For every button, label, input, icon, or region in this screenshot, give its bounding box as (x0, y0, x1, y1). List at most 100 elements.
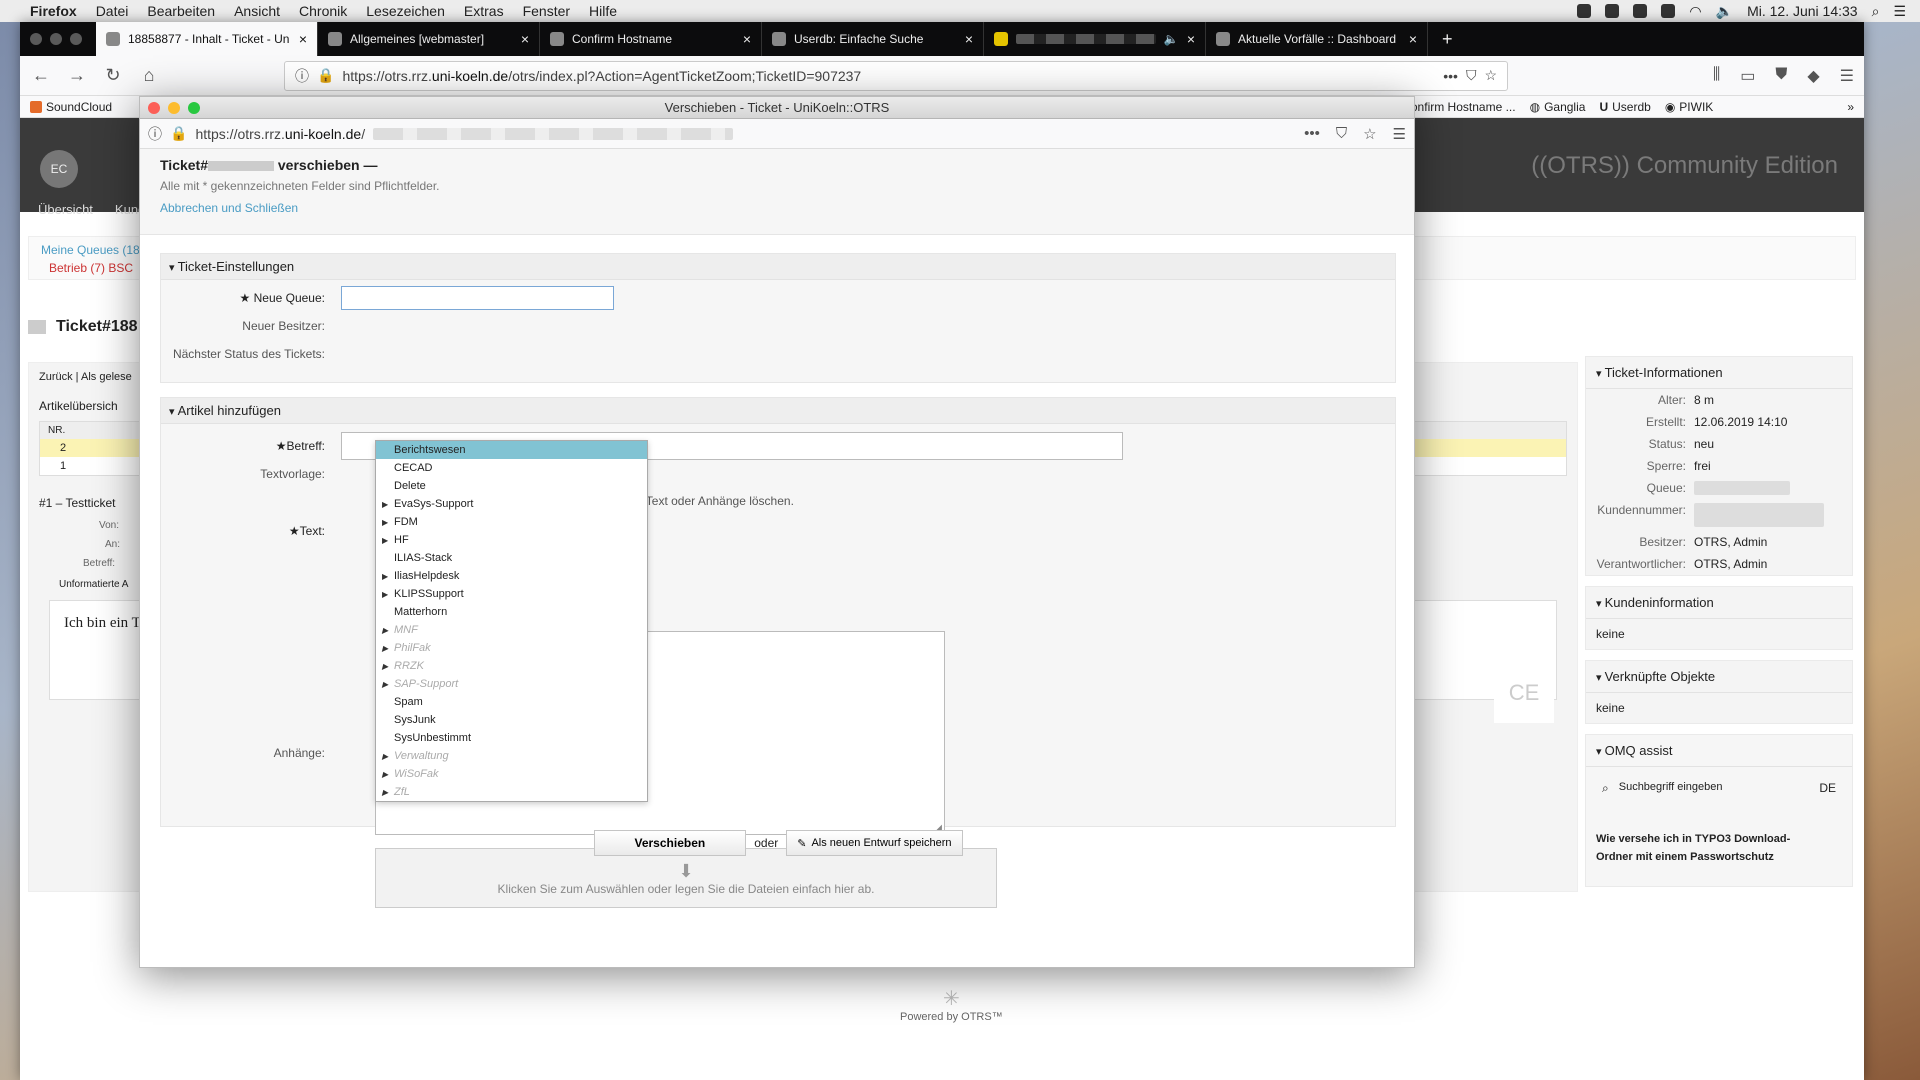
lock-icon[interactable]: 🔒 (317, 67, 334, 84)
home-icon[interactable]: ⌂ (138, 65, 160, 86)
avatar[interactable]: EC (40, 150, 78, 188)
library-icon[interactable]: ⫼ (1713, 66, 1720, 86)
expand-triangle-icon[interactable]: ▶ (382, 572, 394, 581)
hamburger-menu-icon[interactable]: ☰ (1393, 125, 1406, 143)
status-icon[interactable] (1633, 4, 1648, 18)
expand-triangle-icon[interactable]: ▶ (382, 626, 394, 635)
status-icon[interactable] (1577, 4, 1592, 18)
more-icon[interactable]: ••• (1443, 68, 1458, 84)
queue-option[interactable]: Spam (376, 693, 647, 711)
bookmark-item[interactable]: U Userdb (1599, 100, 1650, 114)
widget-title[interactable]: Ticket-Informationen (1586, 357, 1852, 389)
menu-list-icon[interactable]: ☰ (1893, 3, 1906, 20)
audio-icon[interactable]: 🔈 (1164, 32, 1179, 46)
maximize-window-button[interactable] (70, 33, 82, 45)
minimize-window-button[interactable] (168, 102, 180, 114)
nav-item-overview[interactable]: Übersicht (38, 202, 93, 217)
queue-option[interactable]: CECAD (376, 459, 647, 477)
bookmark-item[interactable]: Confirm Hostname ... (1402, 100, 1515, 114)
close-window-button[interactable] (148, 102, 160, 114)
tab[interactable]: Aktuelle Vorfälle :: Dashboard × (1206, 22, 1428, 56)
wifi-icon[interactable]: ◠ (1689, 3, 1701, 20)
queue-option[interactable]: SysJunk (376, 711, 647, 729)
pocket-icon[interactable]: ⛉ (1466, 67, 1477, 84)
expand-triangle-icon[interactable]: ▶ (382, 770, 394, 779)
minimize-window-button[interactable] (50, 33, 62, 45)
expand-triangle-icon[interactable]: ▶ (382, 536, 394, 545)
info-icon[interactable]: ⓘ (295, 66, 309, 86)
bookmark-star-icon[interactable]: ☆ (1484, 67, 1497, 84)
lock-icon[interactable]: 🔒 (170, 125, 187, 142)
expand-triangle-icon[interactable]: ▶ (382, 590, 394, 599)
menu-app-name[interactable]: Firefox (30, 3, 77, 19)
expand-triangle-icon[interactable]: ▶ (382, 752, 394, 761)
status-icon[interactable] (1605, 4, 1620, 18)
bookmark-star-icon[interactable]: ☆ (1363, 125, 1376, 143)
close-tab-icon[interactable]: × (965, 31, 973, 47)
close-window-button[interactable] (30, 33, 42, 45)
more-icon[interactable]: ••• (1304, 125, 1320, 143)
forward-icon[interactable]: → (66, 65, 88, 86)
close-tab-icon[interactable]: × (521, 31, 529, 47)
omq-result[interactable]: Wie versehe ich in TYPO3 Download-Ordner… (1586, 810, 1852, 886)
queue-option[interactable]: ▶ EvaSys-Support (376, 495, 647, 513)
menu-item[interactable]: Extras (464, 3, 504, 19)
menu-item[interactable]: Chronik (299, 3, 347, 19)
expand-triangle-icon[interactable]: ▶ (382, 644, 394, 653)
bookmark-item[interactable]: ◍ Ganglia (1530, 100, 1586, 114)
queue-option[interactable]: ▶ IliasHelpdesk (376, 567, 647, 585)
section-title[interactable]: Artikel hinzufügen (161, 398, 1395, 424)
tab[interactable]: Confirm Hostname × (540, 22, 762, 56)
extension-icon[interactable]: ◆ (1807, 66, 1819, 86)
widget-title[interactable]: Verknüpfte Objekte (1586, 661, 1852, 693)
expand-triangle-icon[interactable]: ▶ (382, 500, 394, 509)
queue-option[interactable]: SysUnbestimmt (376, 729, 647, 747)
tab[interactable]: Allgemeines [webmaster] × (318, 22, 540, 56)
close-tab-icon[interactable]: × (1187, 31, 1195, 47)
maximize-window-button[interactable] (188, 102, 200, 114)
save-draft-button[interactable]: ✎ Als neuen Entwurf speichern (786, 830, 963, 856)
search-icon[interactable]: ⌕ (1872, 3, 1880, 20)
queue-option[interactable]: ▶ KLIPSSupport (376, 585, 647, 603)
bookmark-item[interactable]: SoundCloud (30, 100, 112, 114)
tab[interactable]: Userdb: Einfache Suche × (762, 22, 984, 56)
dialog-url-bar[interactable]: ⓘ 🔒 https://otrs.rrz.uni-koeln.de/ ••• ⛉… (140, 119, 1414, 149)
section-title[interactable]: Ticket-Einstellungen (161, 254, 1395, 280)
url-bar[interactable]: ⓘ 🔒 https://otrs.rrz.uni-koeln.de/otrs/i… (284, 60, 1508, 91)
status-icon[interactable] (1661, 4, 1676, 18)
new-queue-input[interactable] (341, 286, 614, 310)
close-tab-icon[interactable]: × (1409, 31, 1417, 47)
menu-item[interactable]: Bearbeiten (147, 3, 215, 19)
reload-icon[interactable]: ↻ (102, 65, 124, 86)
back-link[interactable]: Zurück (39, 371, 73, 383)
menu-item[interactable]: Lesezeichen (366, 3, 445, 19)
expand-triangle-icon[interactable]: ▶ (382, 788, 394, 797)
close-tab-icon[interactable]: × (299, 31, 307, 47)
pocket-icon[interactable]: ⛉ (1336, 125, 1347, 143)
queue-option[interactable]: ILIAS-Stack (376, 549, 647, 567)
tab[interactable]: 🔈 × (984, 22, 1206, 56)
new-tab-button[interactable]: + (1428, 29, 1467, 56)
expand-triangle-icon[interactable]: ▶ (382, 518, 394, 527)
expand-triangle-icon[interactable]: ▶ (382, 662, 394, 671)
queue-option[interactable]: Berichtswesen (376, 441, 647, 459)
queue-option[interactable]: Delete (376, 477, 647, 495)
sidebar-icon[interactable]: ▭ (1740, 66, 1755, 86)
cancel-close-link[interactable]: Abbrechen und Schließen (160, 201, 1394, 215)
shield-icon[interactable]: ⛊ (1775, 66, 1787, 86)
mark-read-link[interactable]: Als gelese (81, 371, 132, 383)
info-icon[interactable]: ⓘ (148, 124, 162, 144)
my-queues-link[interactable]: Meine Queues (18 (41, 243, 140, 257)
menu-item[interactable]: Datei (96, 3, 129, 19)
clock[interactable]: Mi. 12. Juni 14:33 (1747, 3, 1858, 19)
close-tab-icon[interactable]: × (743, 31, 751, 47)
bookmark-item[interactable]: ◉ PIWIK (1665, 100, 1714, 114)
menu-item[interactable]: Ansicht (234, 3, 280, 19)
widget-title[interactable]: Kundeninformation (1586, 587, 1852, 619)
hamburger-menu-icon[interactable]: ☰ (1840, 66, 1854, 86)
queue-option[interactable]: ▶ HF (376, 531, 647, 549)
menu-item[interactable]: Hilfe (589, 3, 617, 19)
omq-search[interactable]: ⌕ Suchbegriff eingeben DE (1586, 767, 1852, 810)
volume-icon[interactable]: 🔈 (1716, 3, 1733, 20)
queue-option[interactable]: ▶ FDM (376, 513, 647, 531)
